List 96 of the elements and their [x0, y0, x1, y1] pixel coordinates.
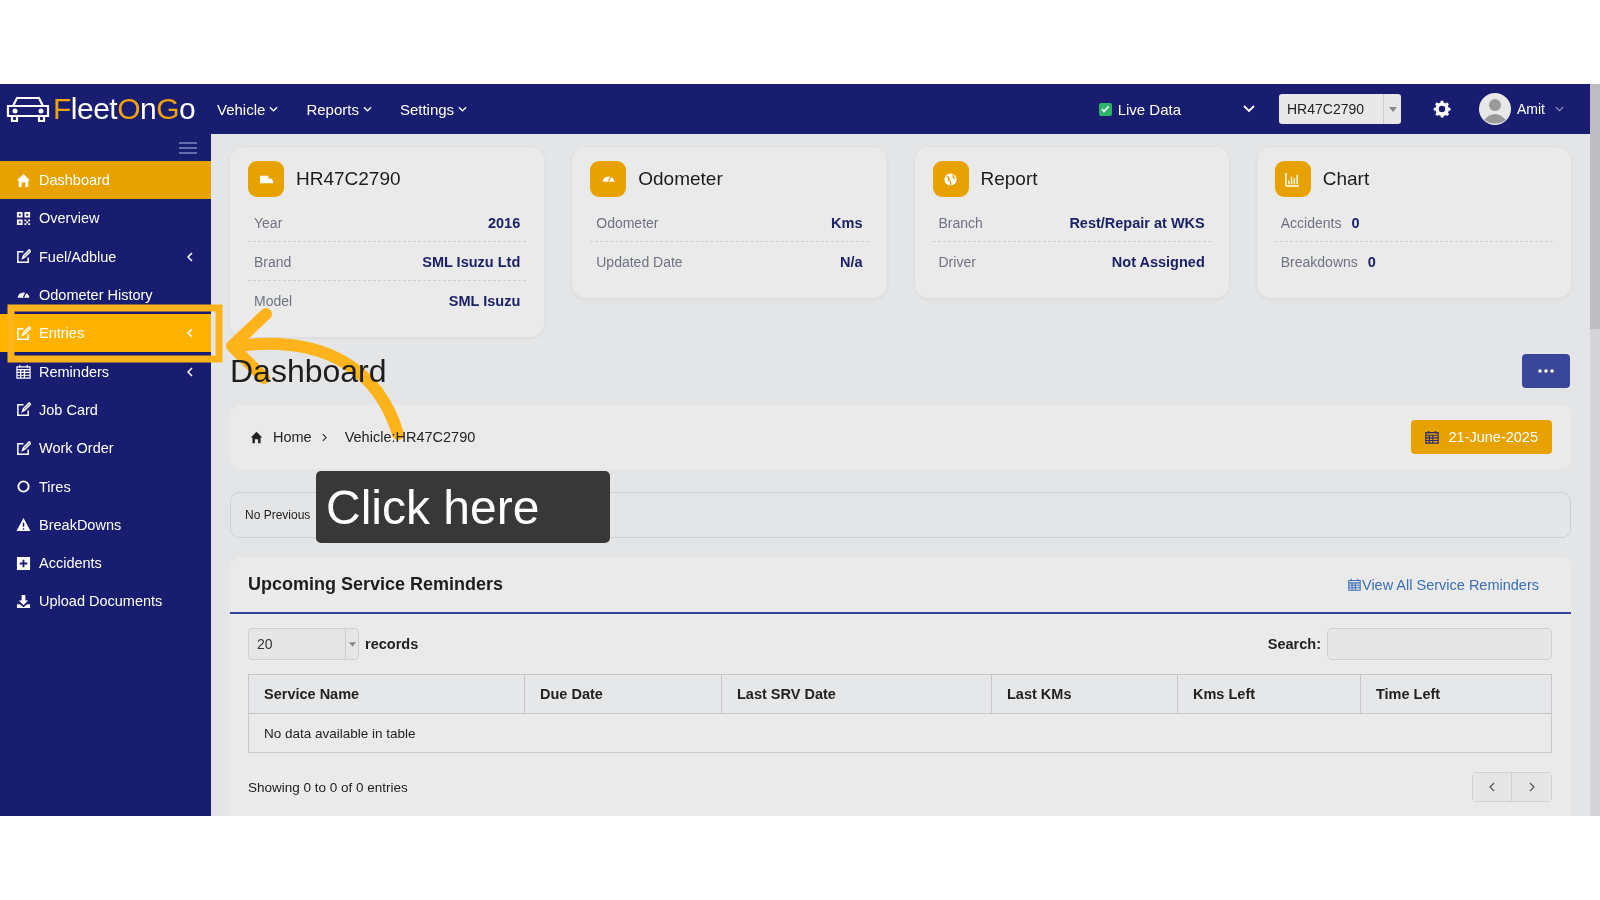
- ellipsis-icon: [1538, 369, 1554, 373]
- card-title: Report: [980, 168, 1038, 190]
- globe-icon: [943, 171, 958, 187]
- circle-icon: [16, 479, 31, 494]
- sidebar-item[interactable]: Upload Documents: [0, 582, 211, 621]
- bar-chart-icon: [1285, 171, 1301, 187]
- warning-icon: [16, 517, 31, 533]
- avatar-icon[interactable]: [1479, 93, 1511, 125]
- sidebar-item[interactable]: Overview: [0, 199, 211, 238]
- car-logo-icon: [5, 94, 51, 124]
- column-header[interactable]: Last KMs: [991, 674, 1178, 714]
- field-value: 2016: [488, 215, 521, 231]
- chevron-down-icon[interactable]: [1555, 106, 1564, 112]
- chevron-right-icon: [321, 432, 327, 442]
- field-value: Kms: [831, 215, 863, 231]
- plus-icon: [16, 555, 31, 571]
- sidebar-item[interactable]: Tires: [0, 467, 211, 506]
- user-name[interactable]: Amit: [1517, 101, 1545, 117]
- table-info: Showing 0 to 0 of 0 entries: [248, 779, 408, 795]
- chevron-left-icon: [187, 251, 193, 262]
- section-title: Upcoming Service Reminders: [248, 574, 504, 595]
- column-header[interactable]: Service Name: [248, 674, 525, 714]
- gauge-icon: [16, 291, 31, 300]
- live-data-checkbox[interactable]: Live Data: [1098, 100, 1181, 118]
- sidebar-item[interactable]: Odometer History: [0, 275, 211, 315]
- callout-label: Click here: [316, 471, 610, 543]
- chevron-down-icon: [269, 106, 279, 112]
- caret-down-icon: [348, 641, 356, 647]
- column-header[interactable]: Time Left: [1360, 674, 1552, 714]
- sidebar-item[interactable]: Fuel/Adblue: [0, 237, 211, 276]
- field-value: 0: [1351, 215, 1360, 231]
- edit-icon: [16, 325, 31, 341]
- chevron-left-icon: [187, 366, 193, 377]
- more-options-button[interactable]: [1522, 354, 1570, 388]
- card-title: Odometer: [638, 168, 723, 190]
- field-label: Odometer: [596, 215, 659, 231]
- sidebar-item[interactable]: Work Order: [0, 429, 211, 468]
- field-label: Driver: [938, 254, 976, 270]
- field-label: Accidents: [1280, 215, 1342, 231]
- nav-menu[interactable]: Settings: [399, 100, 468, 118]
- card-title: HR47C2790: [296, 168, 401, 190]
- breadcrumb-link[interactable]: Home: [273, 429, 312, 445]
- card-title: Chart: [1322, 168, 1370, 190]
- search-label: Search:: [1267, 636, 1321, 652]
- scrollbar[interactable]: [1590, 84, 1600, 816]
- dropdown-caret-icon[interactable]: [1243, 105, 1255, 113]
- field-value: N/a: [839, 254, 863, 270]
- nav-menu[interactable]: Vehicle: [217, 100, 279, 118]
- caret-down-icon: [1388, 106, 1397, 112]
- page-length-select[interactable]: 20: [248, 628, 359, 660]
- column-header[interactable]: Kms Left: [1177, 674, 1361, 714]
- nav-menu[interactable]: Reports: [306, 100, 372, 118]
- calendar-icon: [1424, 430, 1439, 444]
- chevron-left-icon: [187, 328, 193, 339]
- field-label: Year: [254, 215, 283, 231]
- qr-code-icon: [16, 210, 31, 226]
- column-header[interactable]: Due Date: [524, 674, 722, 714]
- download-icon: [16, 593, 31, 609]
- edit-icon: [16, 440, 31, 456]
- column-header[interactable]: Last SRV Date: [721, 674, 992, 714]
- sidebar-item[interactable]: Job Card: [0, 390, 211, 430]
- view-all-link[interactable]: View All Service Reminders: [1347, 576, 1539, 593]
- app-logo-text: FleetOnGo: [53, 92, 196, 126]
- edit-icon: [16, 249, 31, 265]
- field-label: Model: [254, 293, 293, 309]
- settings-icon[interactable]: [1431, 98, 1453, 120]
- chevron-down-icon: [458, 106, 468, 112]
- vehicle-select[interactable]: HR47C2790: [1279, 94, 1401, 124]
- search-field[interactable]: [1327, 628, 1552, 660]
- gauge-icon: [600, 175, 616, 183]
- breadcrumb-link[interactable]: Vehicle:HR47C2790: [344, 429, 476, 445]
- field-value: SML Isuzu Ltd: [422, 254, 521, 270]
- field-label: Branch: [938, 215, 983, 231]
- home-icon: [16, 172, 31, 188]
- chevron-right-icon: [1528, 782, 1535, 792]
- field-value: SML Isuzu: [448, 293, 521, 309]
- calendar-icon: [16, 364, 31, 380]
- sidebar-item[interactable]: Reminders: [0, 352, 211, 391]
- calendar-icon: [1347, 578, 1361, 591]
- records-label: records: [365, 636, 419, 652]
- sidebar-item[interactable]: Accidents: [0, 543, 211, 583]
- edit-icon: [16, 402, 31, 418]
- notice-text: No Previous: [245, 508, 311, 522]
- menu-icon[interactable]: [179, 141, 197, 154]
- checkbox-icon[interactable]: [1098, 102, 1112, 116]
- field-value: Not Assigned: [1111, 254, 1205, 270]
- field-label: Brand: [254, 254, 292, 270]
- chevron-down-icon: [362, 106, 372, 112]
- field-value: Rest/Repair at WKS: [1069, 215, 1205, 231]
- chevron-left-icon: [1489, 782, 1495, 792]
- field-label: Breakdowns: [1280, 254, 1358, 270]
- field-label: Updated Date: [596, 254, 683, 270]
- home-icon[interactable]: [250, 430, 263, 444]
- sidebar-item[interactable]: BreakDowns: [0, 505, 211, 544]
- empty-table-message: No data available in table: [248, 713, 1552, 753]
- field-value: 0: [1367, 254, 1376, 270]
